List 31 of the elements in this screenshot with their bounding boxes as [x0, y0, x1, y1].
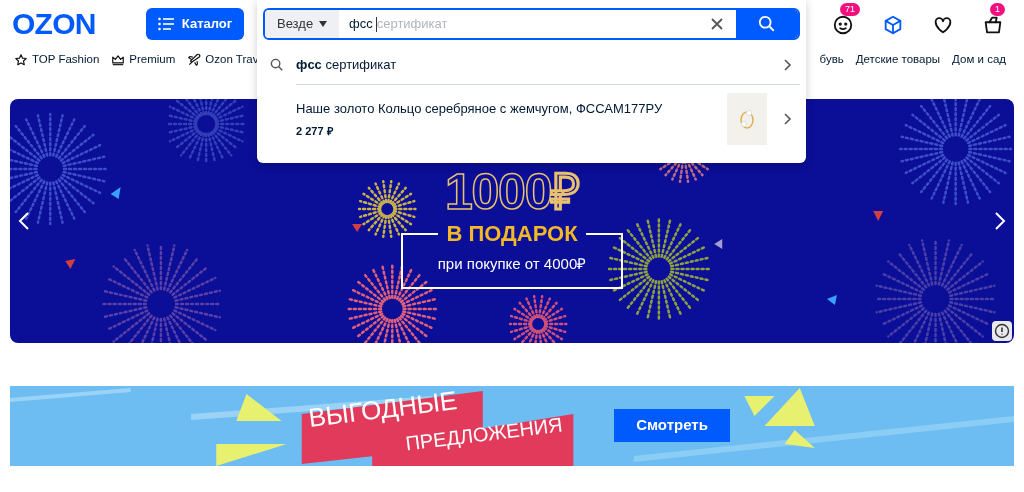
chevron-right-icon	[784, 59, 792, 71]
category-link[interactable]: TOP Fashion	[32, 51, 100, 69]
category-link[interactable]: Ozon Trav	[205, 51, 259, 69]
logo[interactable]: OZON	[12, 9, 116, 39]
category-link[interactable]: Premium	[129, 51, 176, 69]
suggestion-text: фсс сертификат	[296, 56, 398, 75]
close-icon[interactable]	[710, 17, 724, 31]
category-link[interactable]: Дом и сад	[952, 51, 1006, 69]
search-value: фсс	[349, 15, 373, 34]
search-icon	[758, 15, 776, 33]
box-icon[interactable]	[882, 14, 904, 36]
list-icon	[157, 17, 174, 31]
suggestion-item[interactable]: фсс сертификат	[263, 46, 800, 84]
crown-icon	[111, 53, 126, 67]
airplane-icon	[187, 53, 202, 67]
search-button[interactable]	[736, 10, 798, 38]
caret-icon	[319, 21, 327, 27]
category-link[interactable]: Детские товары	[855, 51, 941, 69]
search-icon	[270, 58, 284, 72]
smiley-face-icon[interactable]	[832, 14, 854, 36]
count-badge: 1	[990, 3, 1005, 16]
category-link[interactable]: бувь	[819, 51, 844, 69]
star-icon	[14, 53, 28, 67]
search-field[interactable]: Везде фсс сертификат	[263, 8, 800, 40]
heart-icon[interactable]	[932, 14, 954, 36]
shopping-bag-icon[interactable]	[982, 14, 1004, 36]
count-badge: 71	[840, 3, 860, 16]
search-placeholder: сертификат	[376, 15, 448, 34]
catalog-button[interactable]: Каталог	[146, 8, 244, 40]
scope-dropdown[interactable]: Везде	[265, 10, 339, 38]
watch-button[interactable]: Смотреть	[614, 409, 730, 442]
